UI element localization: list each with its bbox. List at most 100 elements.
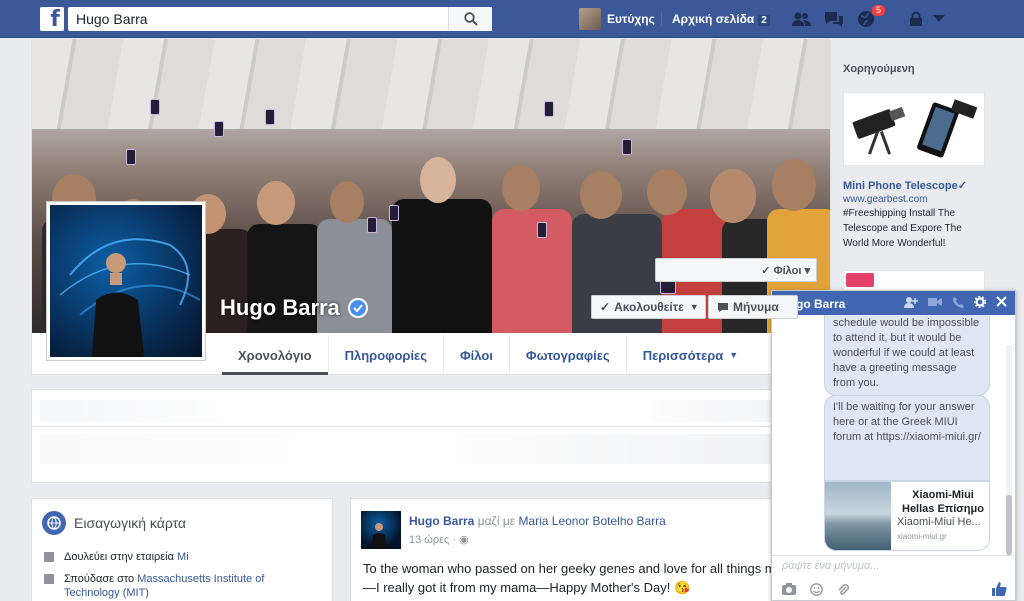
intro-work-link[interactable]: Mi xyxy=(177,551,189,563)
profile-header: ✓ Φίλοι ▾ Hugo Barra ✓ Ακολουθείτε ▼ Μήνυμ… xyxy=(31,39,831,375)
chat-scrollbar[interactable] xyxy=(1006,345,1012,555)
composer-blurred-area xyxy=(40,434,780,464)
camera-icon[interactable] xyxy=(782,583,796,595)
chevron-down-icon: ▼ xyxy=(689,302,699,312)
profile-photo xyxy=(50,205,202,357)
attach-icon[interactable] xyxy=(837,583,849,596)
ad-title[interactable]: Mini Phone Telescope✓ xyxy=(843,179,967,192)
ad-image[interactable] xyxy=(843,92,985,166)
ad-logo xyxy=(846,273,874,287)
account-menu-button[interactable] xyxy=(928,9,950,29)
intro-header: Εισαγωγική κάρτα xyxy=(42,511,186,535)
held-phone xyxy=(126,149,136,165)
gear-icon[interactable] xyxy=(974,296,986,308)
search-box xyxy=(68,7,492,31)
friends-button[interactable]: ✓ Φίλοι ▾ xyxy=(655,258,817,282)
graduation-icon xyxy=(44,574,54,584)
chevron-down-icon: ▾ xyxy=(804,265,810,277)
profile-link[interactable]: Ευτύχης xyxy=(579,8,655,30)
follow-button-label: Ακολουθείτε xyxy=(614,300,684,314)
message-button[interactable]: Μήνυμα xyxy=(708,295,798,319)
ad-url[interactable]: www.gearbest.com xyxy=(843,194,927,205)
check-icon: ✓ xyxy=(761,265,774,277)
friends-button-label: Φίλοι xyxy=(773,265,802,277)
tab-photos[interactable]: Φωτογραφίες xyxy=(508,335,626,375)
facebook-logo[interactable]: f xyxy=(40,7,64,31)
notifications-badge: 5 xyxy=(871,4,887,17)
verified-icon xyxy=(347,298,368,318)
tab-more[interactable]: Περισσότερα ▼ xyxy=(625,335,755,375)
chat-link-preview[interactable]: Xiaomi-Miui Hellas Επίσημο Xiaomi-Miui H… xyxy=(824,481,990,551)
chevron-down-icon: ▼ xyxy=(729,350,739,360)
ad-description: #Freeshipping Install The Telescope and … xyxy=(843,208,962,249)
messages-button[interactable] xyxy=(823,9,845,29)
privacy-shortcuts-button[interactable] xyxy=(905,9,927,29)
phone-icon[interactable] xyxy=(952,296,964,308)
tab-friends[interactable]: Φίλοι xyxy=(443,335,509,375)
intro-study-prefix: Σπούδασε στο xyxy=(64,573,138,585)
chat-message: I'll be waiting for your answer here or … xyxy=(824,395,990,481)
post-author-avatar[interactable] xyxy=(361,511,401,549)
crowd-face xyxy=(710,169,756,223)
held-phone xyxy=(537,222,547,238)
held-phone xyxy=(265,109,275,125)
add-person-icon[interactable] xyxy=(904,296,918,308)
telescope-image xyxy=(852,99,978,158)
link-preview-url: xiaomi-miui.gr xyxy=(897,532,947,541)
post-tagged-person[interactable]: Maria Leonor Botelho Barra xyxy=(518,514,665,528)
friend-requests-button[interactable] xyxy=(791,9,813,29)
messages-icon xyxy=(825,12,843,27)
top-navigation-bar: f Ευτύχης Αρχική σελίδα2 5 xyxy=(0,0,1024,38)
briefcase-icon xyxy=(44,552,54,562)
held-phone xyxy=(367,217,377,233)
audience-icon: ◉ xyxy=(459,534,469,546)
intro-title: Εισαγωγική κάρτα xyxy=(74,515,187,531)
crowd-face xyxy=(257,181,295,225)
intro-work: Δουλεύει στην εταιρεία Mi xyxy=(44,550,314,564)
sponsored-label: Χορηγούμενη xyxy=(843,63,915,75)
tab-timeline[interactable]: Χρονολόγιο xyxy=(222,335,328,375)
held-phone xyxy=(622,139,632,155)
tab-label: Φίλοι xyxy=(460,347,493,363)
friend-requests-icon xyxy=(792,12,811,26)
globe-icon xyxy=(42,511,66,535)
profile-photo-art xyxy=(59,238,201,357)
video-icon[interactable] xyxy=(928,296,942,308)
held-phone xyxy=(389,205,399,221)
message-icon xyxy=(718,302,728,312)
search-button[interactable] xyxy=(448,7,492,31)
post-author-name[interactable]: Hugo Barra xyxy=(409,514,474,528)
chat-header[interactable]: Hugo Barra xyxy=(772,291,1015,315)
check-icon: ✓ xyxy=(600,300,611,314)
emoji-icon[interactable] xyxy=(810,582,823,596)
chat-messages: schedule would be impossible to attend i… xyxy=(772,315,1015,555)
crowd-face xyxy=(502,165,540,211)
chat-message: schedule would be impossible to attend i… xyxy=(824,315,990,396)
intro-education: Σπούδασε στο Massachusetts Institute of … xyxy=(44,572,314,600)
profile-name[interactable]: Hugo Barra xyxy=(220,295,368,321)
scrollbar-thumb[interactable] xyxy=(1006,495,1012,555)
home-count-badge: 2 xyxy=(758,15,770,26)
like-icon xyxy=(992,582,1007,596)
profile-name-text: Hugo Barra xyxy=(220,295,340,320)
post-card: Hugo Barra μαζί με Maria Leonor Botelho … xyxy=(350,498,783,601)
profile-picture[interactable] xyxy=(46,201,206,361)
follow-button[interactable]: ✓ Ακολουθείτε ▼ xyxy=(591,295,706,319)
chat-header-actions xyxy=(904,296,1007,308)
post-timestamp[interactable]: 13 ώρες · ◉ xyxy=(409,533,469,546)
home-link[interactable]: Αρχική σελίδα 2 xyxy=(672,12,770,26)
like-button[interactable] xyxy=(991,581,1007,597)
chat-input[interactable]: ράψτε ένα μήνυμα... xyxy=(772,555,1015,577)
profile-tabs: Χρονολόγιο Πληροφορίες Φίλοι Φωτογραφίες… xyxy=(222,335,754,375)
close-icon[interactable] xyxy=(996,296,1007,307)
search-input[interactable] xyxy=(68,11,448,27)
tab-label: Περισσότερα xyxy=(642,347,724,363)
intro-card: Εισαγωγική κάρτα Δουλεύει στην εταιρεία … xyxy=(31,498,333,601)
nav-divider xyxy=(661,12,662,26)
crowd-person xyxy=(492,209,572,333)
home-label: Αρχική σελίδα xyxy=(672,12,755,26)
tab-about[interactable]: Πληροφορίες xyxy=(327,335,443,375)
post-with-label: μαζί με xyxy=(477,514,516,528)
held-phone xyxy=(544,101,554,117)
composer-box[interactable] xyxy=(31,389,831,483)
